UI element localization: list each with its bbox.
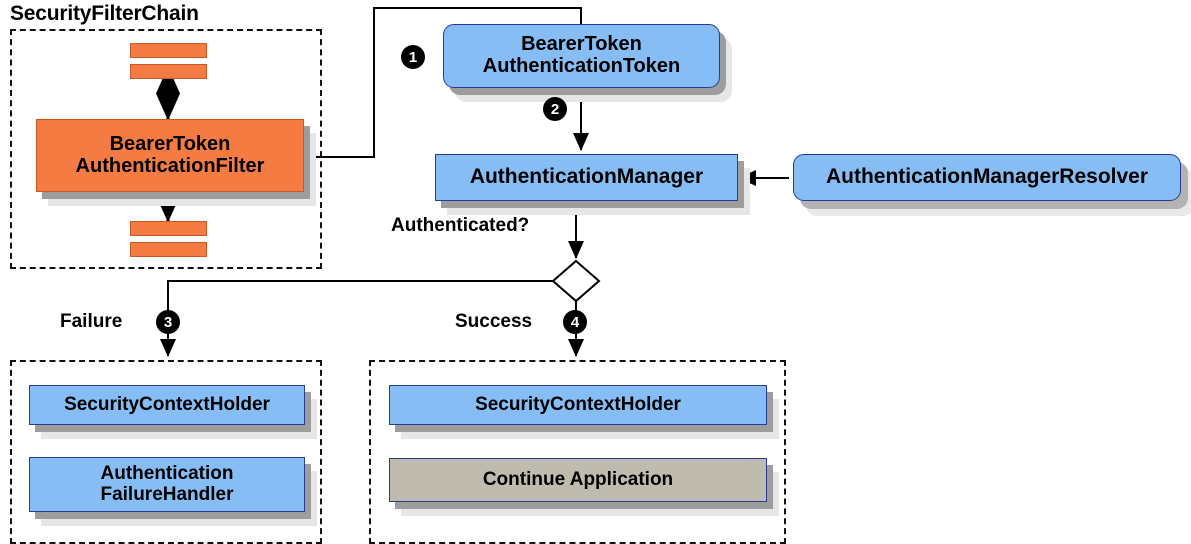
node-label-line-2: AuthenticationFilter [75, 154, 265, 177]
node-authentication-failure-handler[interactable]: Authentication FailureHandler [29, 457, 305, 512]
filter-bar-bottom-2 [130, 242, 207, 257]
node-label-line-2: FailureHandler [100, 483, 234, 505]
badge-step-2: 2 [543, 97, 567, 121]
node-bearer-token-authentication-token[interactable]: BearerToken AuthenticationToken [443, 24, 720, 88]
edge-label-authenticated: Authenticated? [391, 215, 530, 236]
decision-diamond [551, 259, 601, 303]
group-title-security-filter-chain: SecurityFilterChain [10, 2, 199, 25]
node-label-line-1: BearerToken [521, 33, 642, 56]
node-authentication-manager[interactable]: AuthenticationManager [435, 154, 738, 201]
edge-label-failure: Failure [60, 311, 123, 332]
node-label-line-1: BearerToken [109, 132, 231, 155]
badge-step-3: 3 [156, 310, 180, 334]
diagram-canvas: SecurityFilterChain BearerToken Authenti… [0, 0, 1191, 544]
filter-bar-top-1 [130, 43, 207, 58]
badge-step-1: 1 [401, 45, 425, 69]
edge-label-success: Success [455, 311, 533, 332]
node-continue-application[interactable]: Continue Application [389, 458, 767, 502]
node-label-line-1: Authentication [100, 462, 234, 484]
node-label: AuthenticationManagerResolver [825, 165, 1149, 189]
node-label: AuthenticationManager [469, 165, 704, 189]
node-label: SecurityContextHolder [64, 393, 270, 415]
node-security-context-holder-failure[interactable]: SecurityContextHolder [29, 385, 305, 425]
node-label: Continue Application [482, 468, 674, 490]
node-authentication-manager-resolver[interactable]: AuthenticationManagerResolver [793, 154, 1181, 201]
filter-bar-bottom-1 [130, 221, 207, 236]
filter-bar-top-2 [130, 64, 207, 79]
node-bearer-token-authentication-filter[interactable]: BearerToken AuthenticationFilter [36, 119, 304, 192]
node-label-line-2: AuthenticationToken [482, 55, 681, 77]
badge-step-4: 4 [563, 310, 587, 334]
node-label: SecurityContextHolder [475, 393, 681, 415]
node-security-context-holder-success[interactable]: SecurityContextHolder [389, 385, 767, 425]
